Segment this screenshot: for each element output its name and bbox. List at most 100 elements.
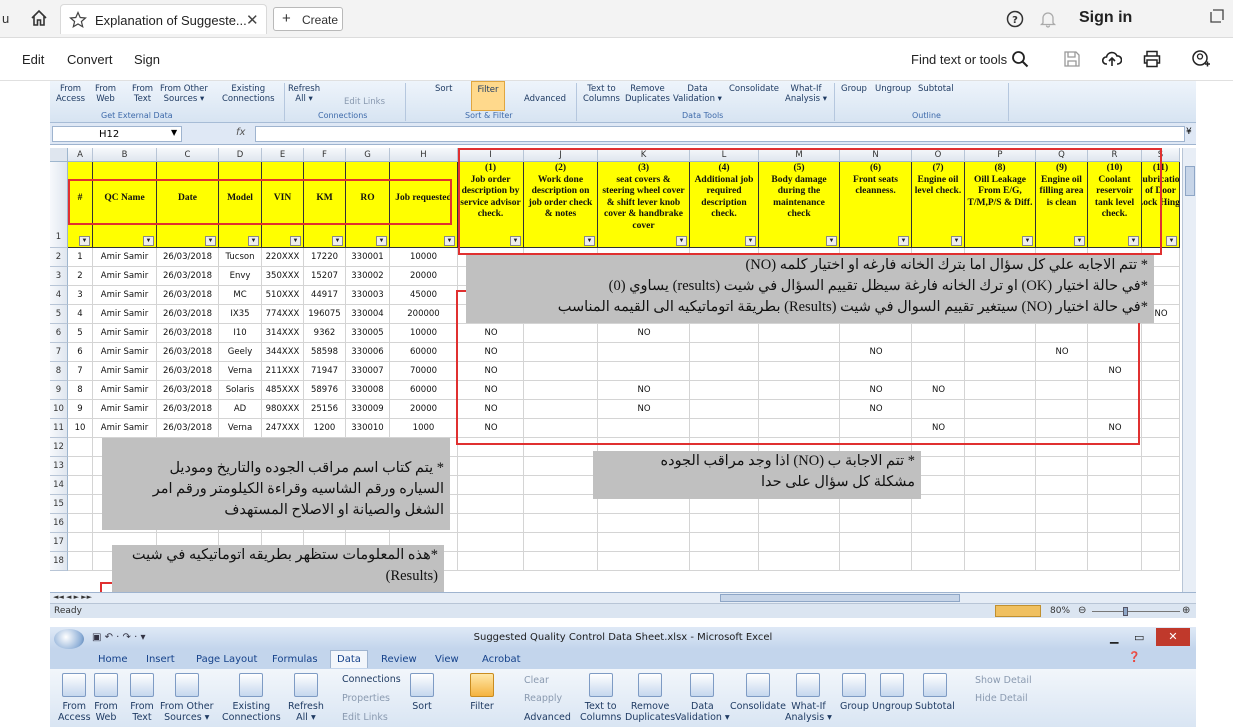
grid-cell[interactable] [1088,552,1142,571]
grid-cell[interactable] [690,533,759,552]
grid-cell[interactable] [1142,419,1180,438]
grid-cell[interactable] [68,514,93,533]
from-web-button[interactable]: From Web [95,84,116,104]
grid-cell[interactable]: Envy [219,267,262,286]
text-to-columns-button-2[interactable]: Text to Columns [580,673,621,723]
grid-cell[interactable]: 330007 [346,362,390,381]
grid-cell[interactable]: Verna [219,419,262,438]
grid-cell[interactable]: 2 [68,267,93,286]
refresh-all-button-2[interactable]: Refresh All ▾ [288,673,324,723]
row-header[interactable]: 5 [50,305,68,324]
row-header[interactable]: 1 [50,162,68,248]
grid-cell[interactable]: 20000 [390,400,458,419]
grid-cell[interactable]: Amir Samir [93,267,157,286]
grid-cell[interactable]: 26/03/2018 [157,267,219,286]
save-icon[interactable] [1063,50,1081,68]
grid-cell[interactable]: 330001 [346,248,390,267]
column-header[interactable]: F [304,148,346,162]
zoom-slider-thumb[interactable] [1123,607,1128,616]
row-header[interactable]: 7 [50,343,68,362]
grid-cell[interactable] [458,552,524,571]
scroll-thumb[interactable] [1185,166,1195,196]
grid-cell[interactable]: Solaris [219,381,262,400]
row-header[interactable]: 16 [50,514,68,533]
grid-cell[interactable]: 26/03/2018 [157,248,219,267]
sign-in-link[interactable]: Sign in [1079,9,1132,27]
grid-cell[interactable]: 60000 [390,381,458,400]
grid-cell[interactable] [965,514,1036,533]
from-other-sources-button-2[interactable]: From Other Sources ▾ [160,673,214,723]
grid-cell[interactable] [598,552,690,571]
subtotal-button[interactable]: Subtotal [918,84,954,94]
grid-cell[interactable] [965,552,1036,571]
grid-cell[interactable]: 26/03/2018 [157,362,219,381]
grid-cell[interactable] [1036,495,1088,514]
grid-cell[interactable] [1036,457,1088,476]
menu-sign[interactable]: Sign [134,52,160,67]
grid-cell[interactable]: 211XXX [262,362,304,381]
grid-cell[interactable]: 196075 [304,305,346,324]
grid-cell[interactable] [912,552,965,571]
grid-cell[interactable] [458,514,524,533]
grid-cell[interactable]: 25156 [304,400,346,419]
home-icon[interactable] [30,9,48,27]
row-header[interactable]: 15 [50,495,68,514]
grid-cell[interactable] [965,476,1036,495]
grid-cell[interactable]: 7 [68,362,93,381]
grid-cell[interactable]: I10 [219,324,262,343]
row-header[interactable]: 3 [50,267,68,286]
grid-cell[interactable] [1036,552,1088,571]
hide-detail-button[interactable]: Hide Detail [975,693,1028,704]
refresh-all-button[interactable]: Refresh All ▾ [288,84,320,104]
grid-cell[interactable]: Amir Samir [93,305,157,324]
grid-cell[interactable]: 70000 [390,362,458,381]
filter-dropdown-icon[interactable]: ▼ [332,236,343,246]
subtotal-button-2[interactable]: Subtotal [915,673,955,712]
grid-cell[interactable]: Geely [219,343,262,362]
grid-cell[interactable]: 10 [68,419,93,438]
grid-cell[interactable]: 1200 [304,419,346,438]
grid-cell[interactable]: 3 [68,286,93,305]
existing-connections-button-2[interactable]: Existing Connections [222,673,281,723]
grid-cell[interactable]: 6 [68,343,93,362]
formula-input[interactable] [255,126,1185,142]
existing-connections-button[interactable]: Existing Connections [222,84,275,104]
edit-links-button-2[interactable]: Edit Links [342,712,388,723]
office-button-icon[interactable] [54,629,84,649]
row-header[interactable]: 12 [50,438,68,457]
grid-cell[interactable] [1036,514,1088,533]
grid-cell[interactable]: 58598 [304,343,346,362]
row-header[interactable]: 13 [50,457,68,476]
row-header[interactable]: 4 [50,286,68,305]
column-header[interactable]: A [68,148,93,162]
grid-cell[interactable] [524,552,598,571]
from-text-button-2[interactable]: From Text [130,673,154,723]
grid-cell[interactable] [690,514,759,533]
sort-button-2[interactable]: Sort [410,673,434,712]
grid-cell[interactable] [759,533,840,552]
grid-cell[interactable]: 330004 [346,305,390,324]
ungroup-button[interactable]: Ungroup [875,84,911,94]
grid-cell[interactable]: 5 [68,324,93,343]
grid-cell[interactable]: Verna [219,362,262,381]
grid-cell[interactable] [1088,495,1142,514]
filter-dropdown-icon[interactable]: ▼ [444,236,455,246]
grid-cell[interactable] [1142,400,1180,419]
column-header[interactable]: H [390,148,458,162]
zoom-in-icon[interactable]: ⊕ [1182,605,1190,616]
grid-cell[interactable] [524,495,598,514]
grid-cell[interactable] [68,495,93,514]
grid-cell[interactable] [1142,476,1180,495]
grid-cell[interactable]: Amir Samir [93,324,157,343]
maximize-icon[interactable]: ▭ [1134,627,1144,649]
column-header[interactable]: E [262,148,304,162]
grid-cell[interactable]: 980XXX [262,400,304,419]
grid-cell[interactable]: 26/03/2018 [157,400,219,419]
show-detail-button[interactable]: Show Detail [975,675,1032,686]
remove-duplicates-button[interactable]: Remove Duplicates [625,84,670,104]
grid-cell[interactable]: 71947 [304,362,346,381]
filter-dropdown-icon[interactable]: ▼ [205,236,216,246]
search-icon[interactable] [1011,50,1029,68]
grid-cell[interactable]: 510XXX [262,286,304,305]
column-header[interactable]: D [219,148,262,162]
